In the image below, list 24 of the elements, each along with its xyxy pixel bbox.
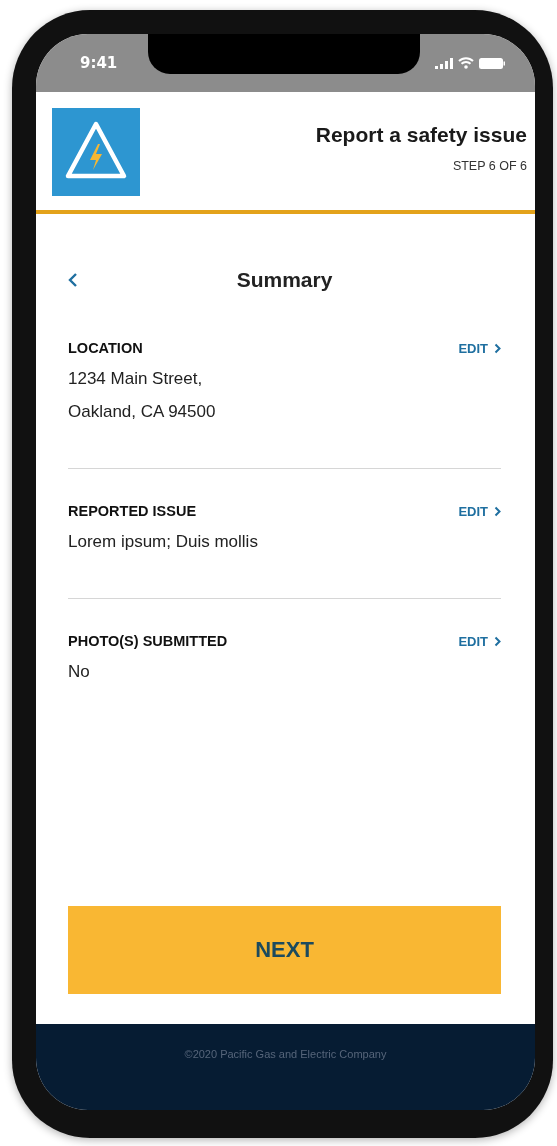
header-title: Report a safety issue — [315, 123, 527, 147]
back-chevron-icon[interactable] — [68, 272, 78, 288]
wifi-icon — [458, 57, 474, 69]
chevron-right-icon — [494, 505, 501, 517]
section-value: Lorem ipsum; Duis mollis — [68, 531, 259, 553]
section-value: Oakland, CA 94500 — [68, 401, 217, 423]
signal-icon — [435, 57, 453, 69]
section-label: REPORTED ISSUE — [68, 503, 197, 519]
chevron-right-icon — [494, 342, 501, 354]
edit-link[interactable]: EDIT — [458, 633, 501, 649]
next-button[interactable]: NEXT — [68, 906, 501, 994]
chevron-right-icon — [494, 635, 501, 647]
step-indicator: STEP 6 OF 6 — [452, 159, 527, 173]
warning-logo-icon — [52, 108, 140, 196]
edit-link[interactable]: EDIT — [458, 503, 501, 519]
section-label: PHOTO(S) SUBMITTED — [68, 633, 228, 649]
section-label: LOCATION — [68, 340, 143, 356]
status-time: 9:41 — [80, 54, 118, 72]
page-title: Summary — [236, 268, 333, 292]
section-value: No — [68, 661, 91, 683]
battery-icon — [479, 57, 505, 69]
section-value: 1234 Main Street, — [68, 368, 204, 390]
copyright-text: ©2020 Pacific Gas and Electric Company — [184, 1048, 387, 1062]
edit-link[interactable]: EDIT — [458, 340, 501, 356]
